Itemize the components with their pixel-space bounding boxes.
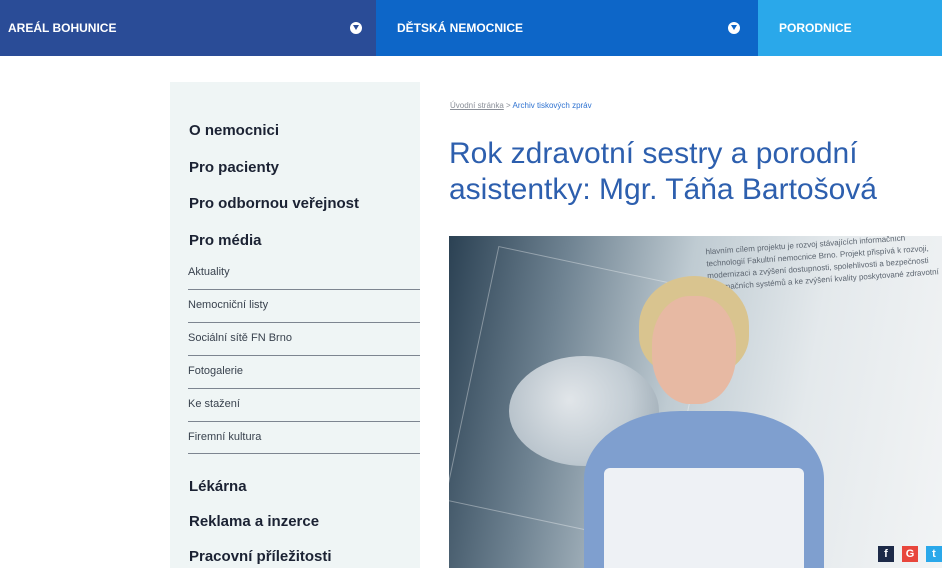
sidebar-divider (188, 388, 420, 389)
sidebar-item-reklama-a-inzerce[interactable]: Reklama a inzerce (189, 513, 319, 530)
nav-tab-label: PORODNICE (779, 21, 852, 35)
sidebar-subitem-ke-stazeni[interactable]: Ke stažení (188, 398, 420, 410)
sidebar-subitem-firemni-kultura[interactable]: Firemní kultura (188, 431, 420, 443)
sidebar-item-o-nemocnici[interactable]: O nemocnici (189, 122, 279, 139)
sidebar-divider (188, 355, 420, 356)
sidebar-item-pro-media[interactable]: Pro média (189, 232, 262, 249)
nav-tab-label: DĚTSKÁ NEMOCNICE (397, 21, 524, 35)
nav-tab-detska-nemocnice[interactable]: DĚTSKÁ NEMOCNICE (376, 0, 758, 56)
sidebar-item-pracovni-prilezitosti[interactable]: Pracovní příležitosti (189, 548, 332, 565)
twitter-share-icon[interactable]: t (926, 546, 942, 562)
sidebar-menu: O nemocnici Pro pacienty Pro odbornou ve… (170, 82, 420, 568)
sidebar-subitem-fotogalerie[interactable]: Fotogalerie (188, 365, 420, 377)
sidebar-item-pro-odbornou-verejnost[interactable]: Pro odbornou veřejnost (189, 195, 359, 212)
sidebar-subitem-aktuality[interactable]: Aktuality (188, 266, 420, 278)
sidebar-item-lekarna[interactable]: Lékárna (189, 478, 247, 495)
nav-tab-label: AREÁL BOHUNICE (8, 21, 117, 35)
sidebar-divider (188, 421, 420, 422)
photo-person-face (652, 296, 736, 404)
article-title: Rok zdravotní sestry a porodní asistentk… (449, 137, 877, 206)
nav-tab-areal-bohunice[interactable]: AREÁL BOHUNICE (0, 0, 376, 56)
breadcrumb-separator: > (503, 101, 513, 110)
sidebar-divider (188, 322, 420, 323)
nav-tab-porodnice[interactable]: PORODNICE (758, 0, 942, 56)
sidebar-subitem-socialni-site[interactable]: Sociální sítě FN Brno (188, 332, 420, 344)
chevron-down-circle-icon[interactable] (728, 22, 740, 34)
breadcrumb: Úvodní stránka > Archiv tiskových zpráv (450, 101, 592, 110)
photo-wall-text: hlavním cílem projektu je rozvoj stávají… (705, 236, 940, 304)
facebook-share-icon[interactable]: f (878, 546, 894, 562)
breadcrumb-current-link[interactable]: Archiv tiskových zpráv (513, 101, 592, 110)
sidebar-divider (188, 289, 420, 290)
sidebar-divider (188, 453, 420, 454)
breadcrumb-home-link[interactable]: Úvodní stránka (450, 101, 504, 110)
chevron-down-circle-icon[interactable] (350, 22, 362, 34)
photo-person-apron (604, 468, 804, 568)
sidebar-subitem-nemocnicni-listy[interactable]: Nemocniční listy (188, 299, 420, 311)
article-hero-image: hlavním cílem projektu je rozvoj stávají… (449, 236, 942, 568)
google-share-icon[interactable]: G (902, 546, 918, 562)
top-navigation: AREÁL BOHUNICE DĚTSKÁ NEMOCNICE PORODNIC… (0, 0, 942, 56)
sidebar-item-pro-pacienty[interactable]: Pro pacienty (189, 159, 279, 176)
